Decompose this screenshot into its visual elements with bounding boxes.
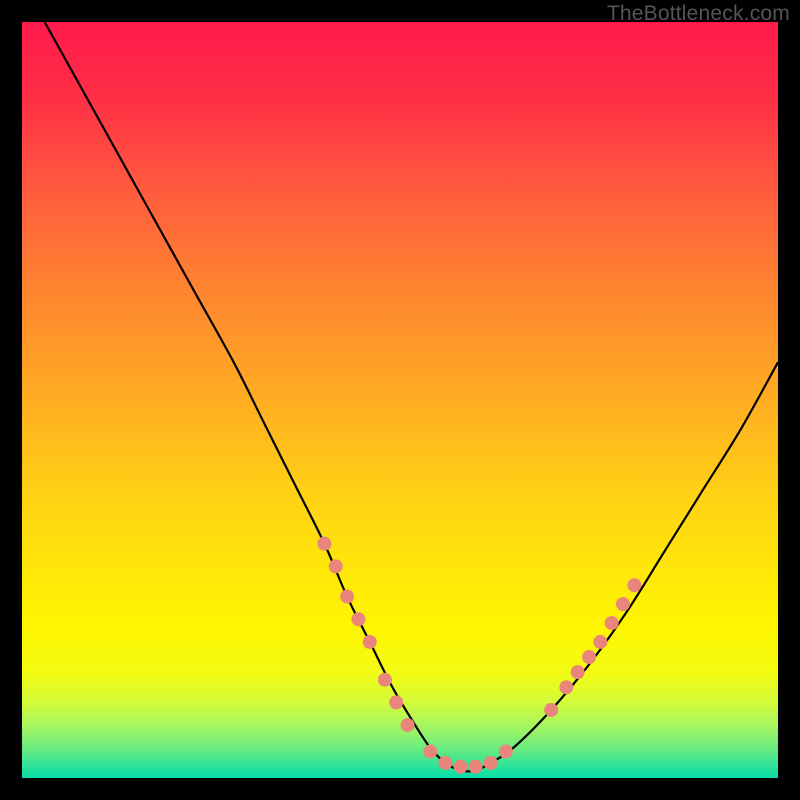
highlight-dot [453, 760, 467, 774]
plot-area [22, 22, 778, 778]
highlight-dot [627, 578, 641, 592]
highlight-dot [571, 665, 585, 679]
highlight-dot [593, 635, 607, 649]
chart-frame: TheBottleneck.com [0, 0, 800, 800]
curve-layer [22, 22, 778, 778]
watermark-text: TheBottleneck.com [607, 2, 790, 26]
highlight-dot [423, 745, 437, 759]
highlight-dot [378, 673, 392, 687]
highlight-dot [317, 537, 331, 551]
highlight-dot [484, 756, 498, 770]
bottleneck-curve [45, 22, 778, 771]
highlight-dot [340, 590, 354, 604]
highlight-dot [499, 745, 513, 759]
highlight-dot [363, 635, 377, 649]
highlight-dot [469, 760, 483, 774]
highlight-dot [389, 695, 403, 709]
highlight-dots [317, 537, 641, 774]
highlight-dot [351, 612, 365, 626]
highlight-dot [582, 650, 596, 664]
highlight-dot [329, 559, 343, 573]
highlight-dot [401, 718, 415, 732]
highlight-dot [559, 680, 573, 694]
highlight-dot [544, 703, 558, 717]
highlight-dot [605, 616, 619, 630]
highlight-dot [616, 597, 630, 611]
highlight-dot [438, 756, 452, 770]
